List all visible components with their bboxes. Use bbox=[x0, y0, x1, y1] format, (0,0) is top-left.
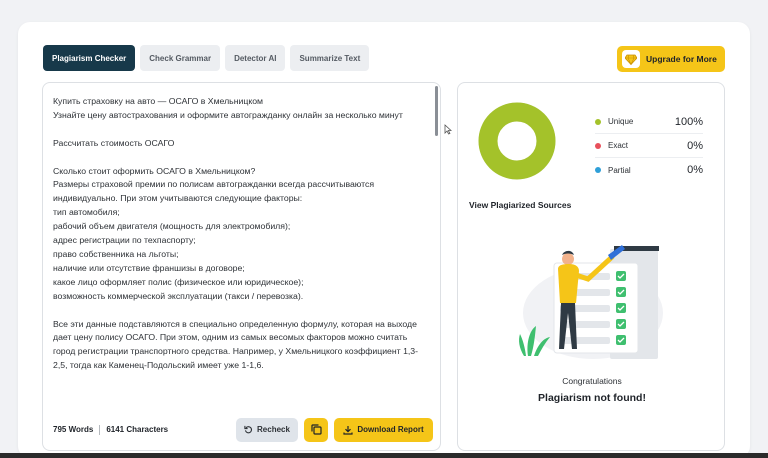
legend-row-unique: Unique 100% bbox=[595, 110, 703, 134]
legend-value: 0% bbox=[687, 164, 703, 176]
unique-dot-icon bbox=[595, 118, 601, 125]
recheck-label: Recheck bbox=[257, 425, 290, 434]
paragraph: Купить страховку на авто — ОСАГО в Хмель… bbox=[53, 96, 403, 120]
upgrade-label: Upgrade for More bbox=[646, 54, 717, 64]
legend-value: 0% bbox=[687, 139, 703, 152]
legend-row-partial: Partial 0% bbox=[595, 158, 703, 182]
upgrade-button[interactable]: Upgrade for More bbox=[617, 46, 725, 72]
mouse-cursor-icon bbox=[444, 124, 452, 135]
results-panel: Unique 100% Exact 0% Partial 0% View Pla… bbox=[457, 82, 725, 451]
bottom-edge-bar bbox=[0, 453, 768, 458]
tool-tabs: Plagiarism Checker Check Grammar Detecto… bbox=[43, 45, 370, 71]
checklist-illustration bbox=[519, 245, 663, 359]
tab-summarize-text[interactable]: Summarize Text bbox=[290, 45, 370, 71]
plagiarism-not-found-text: Plagiarism not found! bbox=[538, 392, 646, 404]
diamond-icon bbox=[622, 50, 640, 68]
divider bbox=[99, 424, 101, 435]
view-plagiarized-sources-link[interactable]: View Plagiarized Sources bbox=[469, 200, 571, 210]
exact-dot-icon bbox=[595, 142, 601, 149]
paragraph-spacer bbox=[53, 304, 431, 318]
partial-dot-icon bbox=[595, 167, 601, 173]
recheck-button[interactable]: Recheck bbox=[236, 417, 298, 442]
copy-button[interactable] bbox=[304, 417, 328, 442]
paragraph: Рассчитать стоимость ОСАГО bbox=[53, 137, 175, 148]
legend-label: Partial bbox=[608, 165, 631, 175]
legend-value: 100% bbox=[674, 115, 703, 128]
paragraph: Все эти данные подставляются в специальн… bbox=[53, 318, 420, 371]
legend-label: Unique bbox=[608, 117, 634, 126]
text-editor[interactable]: Купить страховку на авто — ОСАГО в Хмель… bbox=[42, 82, 441, 451]
download-icon bbox=[343, 425, 353, 435]
tab-check-grammar[interactable]: Check Grammar bbox=[140, 45, 221, 71]
text-stats: 795 Words 6141 Characters bbox=[53, 424, 169, 435]
copy-icon bbox=[310, 424, 322, 435]
paragraph-spacer bbox=[53, 123, 431, 137]
legend-row-exact: Exact 0% bbox=[595, 134, 703, 158]
tab-detector-ai[interactable]: Detector AI bbox=[225, 45, 286, 71]
donut-unique-arc bbox=[478, 102, 556, 180]
similarity-donut-chart bbox=[478, 102, 556, 180]
editor-scrollbar[interactable] bbox=[435, 86, 438, 136]
download-report-button[interactable]: Download Report bbox=[334, 417, 433, 442]
refresh-icon bbox=[244, 425, 252, 434]
input-text[interactable]: Купить страховку на авто — ОСАГО в Хмель… bbox=[53, 95, 431, 405]
legend-label: Exact bbox=[608, 141, 629, 150]
result-legend: Unique 100% Exact 0% Partial 0% bbox=[595, 110, 703, 182]
editor-footer: 795 Words 6141 Characters Recheck Downlo… bbox=[53, 417, 433, 442]
congratulations-text: Congratulations bbox=[562, 376, 622, 386]
download-label: Download Report bbox=[357, 425, 424, 434]
paragraph-spacer bbox=[53, 151, 431, 165]
word-count: 795 Words bbox=[53, 425, 94, 434]
tab-plagiarism-checker[interactable]: Plagiarism Checker bbox=[43, 45, 136, 71]
main-card: Plagiarism Checker Check Grammar Detecto… bbox=[18, 22, 750, 458]
character-count: 6141 Characters bbox=[106, 425, 169, 434]
paragraph: Сколько стоит оформить ОСАГО в Хмельницк… bbox=[53, 165, 375, 301]
